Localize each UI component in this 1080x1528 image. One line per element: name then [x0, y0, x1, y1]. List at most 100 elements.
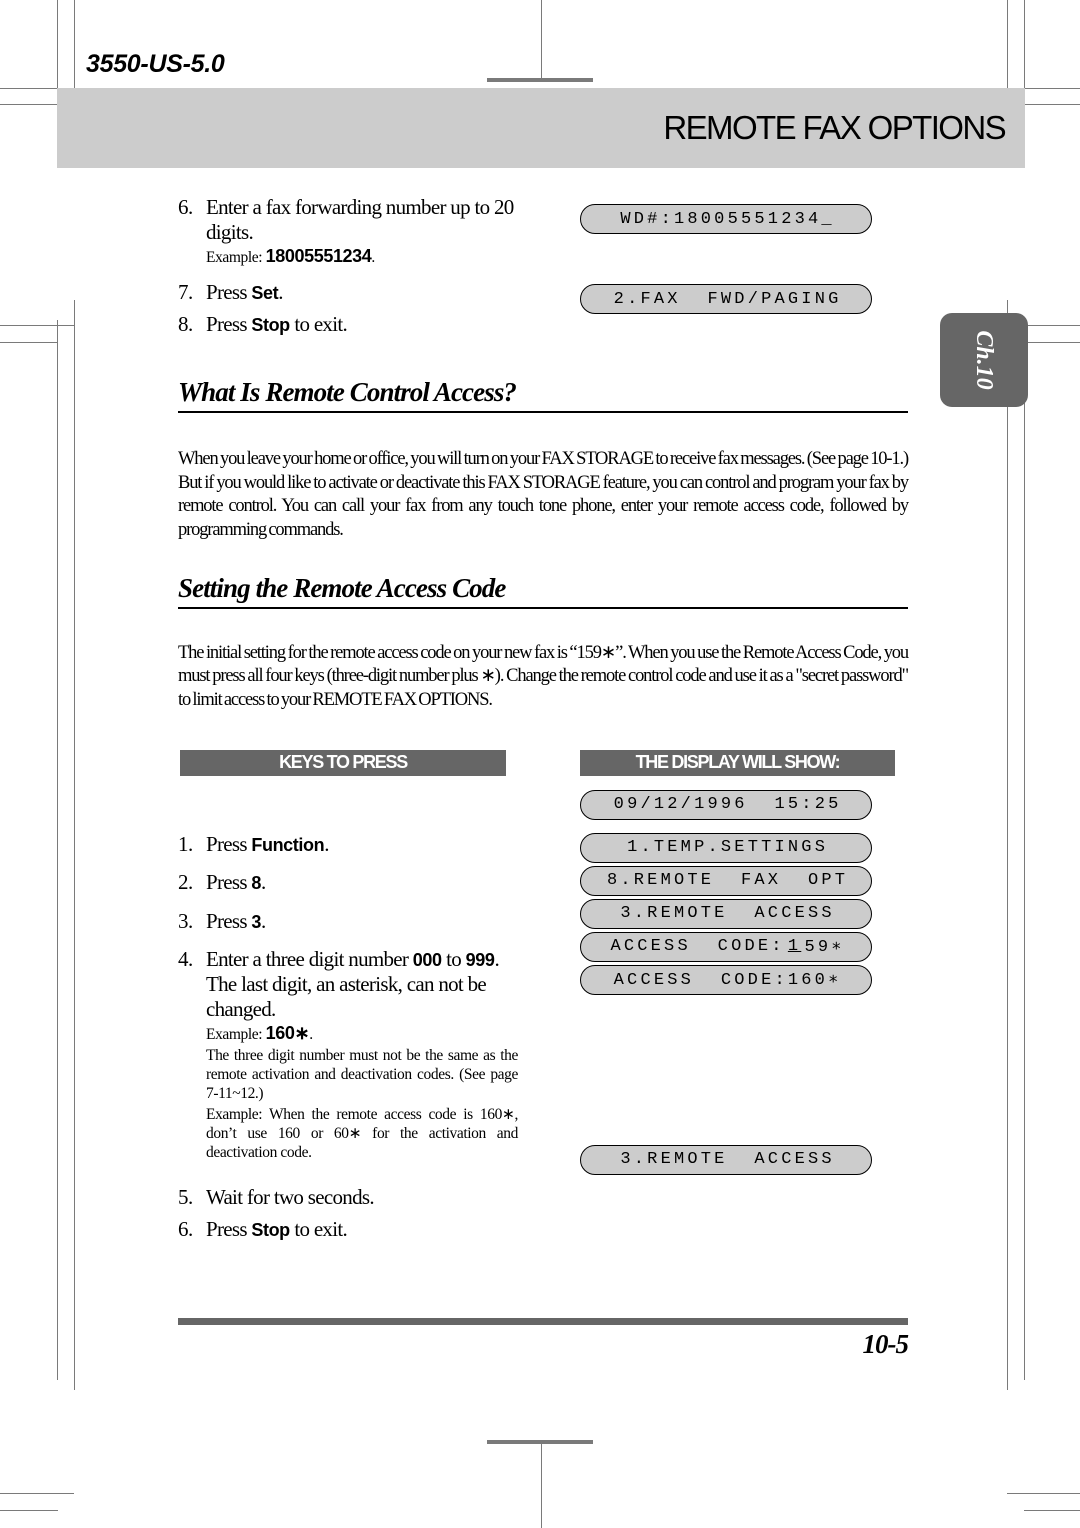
- key-name: Set: [251, 282, 279, 303]
- crop-mark-bottom-center-h: [487, 1440, 593, 1444]
- list-item: 7. Press Set.: [178, 280, 518, 305]
- page-number: 10-5: [862, 1329, 909, 1359]
- note-tail: .: [309, 1026, 313, 1044]
- crop-mark-br-h2: [1007, 1493, 1080, 1494]
- list-item: 6. Press Stop to exit.: [178, 1217, 518, 1242]
- note-tail: .: [371, 249, 375, 267]
- crop-mark-right-v1: [1007, 300, 1008, 1390]
- document-code: 3550-US-5.0: [86, 50, 225, 78]
- top-steps-column: 6. Enter a fax forwarding number up to 2…: [178, 195, 518, 337]
- step-text-post: .: [278, 279, 283, 304]
- step-number: 6.: [178, 195, 193, 219]
- page-content: 6. Enter a fax forwarding number up to 2…: [178, 195, 909, 1241]
- list-item: 6. Enter a fax forwarding number up to 2…: [178, 195, 518, 268]
- lcd-display: 3.REMOTE ACCESS: [580, 898, 872, 929]
- step-number: 5.: [178, 1184, 193, 1209]
- lcd-display: 2.FAX FWD/PAGING: [580, 284, 872, 314]
- column-header-keys: KEYS TO PRESS: [180, 749, 506, 776]
- note-label: Example:: [206, 1026, 266, 1044]
- list-item: 5. Wait for two seconds.: [178, 1185, 518, 1210]
- step-text-frag2: to: [441, 947, 466, 972]
- table-steps-list: 1. Press Function. 2. Press 8. 3. Press …: [178, 832, 518, 1242]
- footer-rule: [178, 1318, 908, 1325]
- list-item: 3. Press 3.: [178, 909, 518, 934]
- lcd-display: 8.REMOTE FAX OPT: [580, 865, 872, 896]
- step-text-pre: Press: [206, 279, 252, 304]
- section-paragraph: When you leave your home or office, you …: [178, 449, 909, 541]
- crop-mark-bl-h1: [0, 1510, 58, 1511]
- top-steps-list: 6. Enter a fax forwarding number up to 2…: [178, 195, 518, 337]
- crop-mark-top-center-h: [487, 78, 593, 82]
- table-steps-column: 1. Press Function. 2. Press 8. 3. Press …: [178, 832, 518, 1250]
- crop-mark-left-h1: [0, 325, 74, 326]
- step-text-post: .: [324, 831, 329, 856]
- table-header-row: KEYS TO PRESS THE DISPLAY WILL SHOW:: [178, 749, 908, 776]
- key-name: Stop: [251, 315, 290, 336]
- step-number: 8.: [178, 312, 193, 337]
- step-text: Wait for two seconds.: [206, 1184, 375, 1209]
- section-paragraph: The initial setting for the remote acces…: [178, 642, 909, 711]
- step-text-pre: Press: [206, 1217, 252, 1242]
- lcd-text-post: 59∗: [804, 938, 845, 958]
- crop-mark-tr-h2: [1024, 104, 1080, 105]
- crop-mark-right-v2: [1024, 320, 1025, 1380]
- crop-mark-tl-h2: [0, 104, 58, 105]
- step-number: 2.: [178, 870, 193, 895]
- chapter-tab: Ch.10: [940, 313, 1028, 407]
- table-body: 1. Press Function. 2. Press 8. 3. Press …: [178, 776, 908, 1241]
- crop-mark-left-v2: [74, 300, 75, 1390]
- lcd-display: 1.TEMP.SETTINGS: [580, 832, 872, 863]
- list-item: 4. Enter a three digit number 000 to 999…: [178, 947, 518, 1162]
- chapter-tab-label: Ch.10: [971, 330, 998, 390]
- key-name: 000: [412, 950, 442, 971]
- list-item: 8. Press Stop to exit.: [178, 312, 518, 337]
- page-header-band: REMOTE FAX OPTIONS: [57, 88, 1025, 168]
- lcd-display: ACCESS CODE:160∗: [580, 964, 872, 995]
- crop-mark-bottom-center-v: [541, 1442, 542, 1528]
- key-name: 999: [465, 950, 495, 971]
- note-value: 18005551234: [265, 246, 372, 267]
- step-number: 1.: [178, 831, 193, 856]
- crop-mark-tr-v1: [1007, 0, 1008, 90]
- crop-mark-bl-h2: [0, 1493, 74, 1494]
- column-header-display: THE DISPLAY WILL SHOW:: [580, 749, 895, 776]
- key-name: 8: [251, 873, 262, 894]
- section-heading: Setting the Remote Access Code: [178, 573, 908, 609]
- step-text: Enter a fax forwarding number up to 20 d…: [206, 195, 514, 244]
- list-item: 1. Press Function.: [178, 832, 518, 857]
- note-value: 160∗: [265, 1023, 310, 1044]
- list-item: 2. Press 8.: [178, 870, 518, 895]
- lcd-display-with-cursor: ACCESS CODE: 1 59∗: [580, 931, 872, 962]
- step-text-frag1: Enter a three digit number: [206, 947, 413, 972]
- lcd-cursor-digit: 1: [787, 937, 802, 957]
- step-note-example: Example: 160∗.: [206, 1022, 518, 1045]
- crop-mark-br-h1: [1024, 1510, 1080, 1511]
- key-name: 3: [251, 911, 262, 932]
- step-number: 3.: [178, 908, 193, 933]
- crop-mark-right-h2: [1024, 342, 1080, 343]
- step-number: 7.: [178, 279, 193, 304]
- section-heading: What Is Remote Control Access?: [178, 377, 908, 413]
- crop-mark-tl-v1: [57, 0, 58, 90]
- step-text-post: .: [261, 908, 266, 933]
- lcd-text-pre: ACCESS CODE:: [610, 937, 785, 957]
- step-text-post: .: [261, 870, 266, 895]
- key-name: Function: [251, 834, 325, 855]
- lcd-display: 09/12/1996 15:25: [580, 789, 872, 820]
- step-number: 6.: [178, 1217, 193, 1242]
- step-text-pre: Press: [206, 908, 252, 933]
- chapter-title: REMOTE FAX OPTIONS: [663, 109, 1006, 146]
- crop-mark-left-v1: [57, 320, 58, 1380]
- step-text-pre: Press: [206, 831, 252, 856]
- step-note-body: The three digit number must not be the s…: [206, 1046, 518, 1103]
- step-number: 4.: [178, 947, 193, 972]
- crop-mark-top-center-v: [541, 0, 542, 80]
- step-text-pre: Press: [206, 870, 252, 895]
- lcd-display: WD#:18005551234_: [580, 204, 872, 234]
- step-text-pre: Press: [206, 312, 252, 337]
- step-note-body-2: Example: When the remote access code is …: [206, 1105, 518, 1162]
- step-note: Example: 18005551234.: [206, 245, 518, 268]
- key-name: Stop: [251, 1220, 290, 1241]
- note-label: Example:: [206, 249, 266, 267]
- lcd-display: 3.REMOTE ACCESS: [580, 1144, 872, 1175]
